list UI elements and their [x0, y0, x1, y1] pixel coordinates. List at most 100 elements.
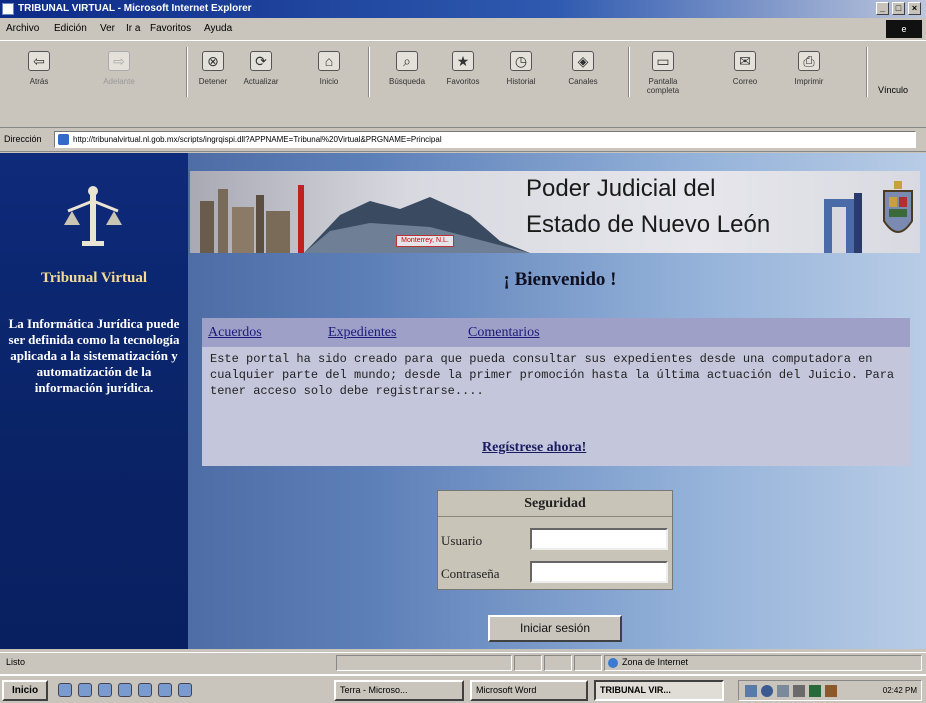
status-segment — [544, 655, 572, 671]
tray-icon[interactable] — [745, 685, 757, 697]
menu-ir-a[interactable]: Ir a — [126, 23, 140, 34]
ie-window-icon — [2, 3, 14, 15]
favorites-button[interactable]: ★ Favoritos — [440, 51, 486, 86]
quicklaunch-icon[interactable] — [178, 683, 192, 697]
address-label: Dirección — [4, 134, 42, 144]
menu-bar: Archivo Edición Ver Ir a Favoritos Ayuda… — [0, 19, 926, 39]
taskbar: Inicio Terra - Microso... Microsoft Word… — [0, 674, 926, 703]
address-input[interactable]: http://tribunalvirtual.nl.gob.mx/scripts… — [54, 131, 916, 148]
back-icon: ⇦ — [28, 51, 50, 71]
refresh-button[interactable]: ⟳ Actualizar — [238, 51, 284, 86]
menu-ayuda[interactable]: Ayuda — [204, 23, 232, 34]
tray-icon[interactable] — [761, 685, 773, 697]
back-button[interactable]: ⇦ Atrás — [16, 51, 62, 86]
monument-image — [824, 193, 862, 253]
quicklaunch-icon[interactable] — [98, 683, 112, 697]
taskbar-item-terra[interactable]: Terra - Microso... — [334, 680, 464, 701]
quicklaunch-icon[interactable] — [138, 683, 152, 697]
nav-bar: Acuerdos Expedientes Comentarios — [202, 318, 910, 347]
search-icon: ⌕ — [396, 51, 418, 71]
banner-title-line1: Poder Judicial del — [526, 175, 716, 202]
home-icon: ⌂ — [318, 51, 340, 71]
sidebar-title: Tribunal Virtual — [41, 270, 147, 286]
fullscreen-icon: ▭ — [652, 51, 674, 71]
taskbar-item-tribunal[interactable]: TRIBUNAL VIR... — [594, 680, 724, 701]
password-input[interactable] — [530, 561, 668, 583]
username-input[interactable] — [530, 528, 668, 550]
nav-link-expedientes[interactable]: Expedientes — [328, 325, 396, 341]
quicklaunch-icon[interactable] — [158, 683, 172, 697]
banner-title-line2: Estado de Nuevo León — [526, 211, 771, 238]
menu-ver[interactable]: Ver — [100, 23, 115, 34]
page-content: Tribunal Virtual La Informática Jurídica… — [0, 153, 926, 649]
print-icon: ⎙ — [798, 51, 820, 71]
sidebar-description: La Informática Jurídica puede ser defini… — [8, 316, 180, 395]
maximize-button[interactable]: □ — [892, 2, 905, 15]
tray-icon[interactable] — [777, 685, 789, 697]
status-segment — [574, 655, 602, 671]
start-button[interactable]: Inicio — [2, 680, 48, 701]
print-button[interactable]: ⎙ Imprimir — [786, 51, 832, 86]
nav-link-comentarios[interactable]: Comentarios — [468, 325, 540, 341]
window-title: TRIBUNAL VIRTUAL - Microsoft Internet Ex… — [18, 3, 252, 14]
quicklaunch-icon[interactable] — [118, 683, 132, 697]
tray-icon[interactable] — [809, 685, 821, 697]
ie-logo-icon: e — [886, 20, 922, 38]
justice-emblem-icon — [64, 186, 122, 246]
volume-icon[interactable] — [825, 685, 837, 697]
channels-icon: ◈ — [572, 51, 594, 71]
system-tray: 02:42 PM — [738, 680, 922, 701]
status-bar: Listo Zona de Internet — [0, 652, 926, 672]
menu-archivo[interactable]: Archivo — [6, 23, 39, 34]
taskbar-item-word[interactable]: Microsoft Word — [470, 680, 588, 701]
stop-button[interactable]: ⊗ Detener — [190, 51, 236, 86]
header-banner: Monterrey, N.L. Poder Judicial del Estad… — [190, 171, 920, 253]
nav-link-acuerdos[interactable]: Acuerdos — [208, 325, 262, 341]
login-button[interactable]: Iniciar sesión — [488, 615, 622, 642]
home-button[interactable]: ⌂ Inicio — [306, 51, 352, 86]
state-shield-icon — [883, 181, 913, 233]
password-label: Contraseña — [441, 566, 500, 581]
toolbar-separator — [628, 47, 630, 97]
favorites-icon: ★ — [452, 51, 474, 71]
links-label[interactable]: Vínculo — [878, 85, 908, 95]
close-button[interactable]: × — [908, 2, 921, 15]
clock: 02:42 PM — [882, 686, 917, 695]
history-button[interactable]: ◷ Historial — [498, 51, 544, 86]
monterrey-skyline-image — [200, 185, 530, 253]
status-zone-text: Zona de Internet — [622, 657, 689, 667]
sidebar: Tribunal Virtual La Informática Jurídica… — [0, 153, 188, 649]
quicklaunch-icon[interactable] — [78, 683, 92, 697]
username-label: Usuario — [441, 533, 483, 548]
menu-favoritos[interactable]: Favoritos — [150, 23, 191, 34]
toolbar-separator — [186, 47, 188, 97]
banner-caption: Monterrey, N.L. — [396, 235, 454, 247]
register-link[interactable]: Regístrese ahora! — [482, 440, 586, 456]
channels-button[interactable]: ◈ Canales — [560, 51, 606, 86]
welcome-heading: ¡ Bienvenido ! — [503, 269, 617, 290]
forward-icon: ⇨ — [108, 51, 130, 71]
address-bar: Dirección http://tribunalvirtual.nl.gob.… — [0, 128, 926, 152]
quicklaunch-icon[interactable] — [58, 683, 72, 697]
toolbar-separator — [368, 47, 370, 97]
login-heading: Seguridad — [438, 491, 672, 517]
fullscreen-button[interactable]: ▭ Pantalla completa — [640, 51, 686, 95]
page-icon — [58, 134, 69, 145]
intro-text: Este portal ha sido creado para que pued… — [210, 352, 895, 398]
tray-icon[interactable] — [793, 685, 805, 697]
mail-icon: ✉ — [734, 51, 756, 71]
main-panel: Acuerdos Expedientes Comentarios Este po… — [202, 318, 910, 466]
refresh-icon: ⟳ — [250, 51, 272, 71]
menu-edicion[interactable]: Edición — [54, 23, 87, 34]
status-segment — [514, 655, 542, 671]
forward-button[interactable]: ⇨ Adelante — [96, 51, 142, 86]
search-button[interactable]: ⌕ Búsqueda — [384, 51, 430, 86]
internet-zone-icon — [608, 658, 618, 668]
login-form: Seguridad Usuario Contraseña — [437, 490, 673, 590]
window-titlebar: TRIBUNAL VIRTUAL - Microsoft Internet Ex… — [0, 0, 926, 18]
minimize-button[interactable]: _ — [876, 2, 889, 15]
stop-icon: ⊗ — [202, 51, 224, 71]
history-icon: ◷ — [510, 51, 532, 71]
status-segment — [336, 655, 512, 671]
mail-button[interactable]: ✉ Correo — [722, 51, 768, 86]
